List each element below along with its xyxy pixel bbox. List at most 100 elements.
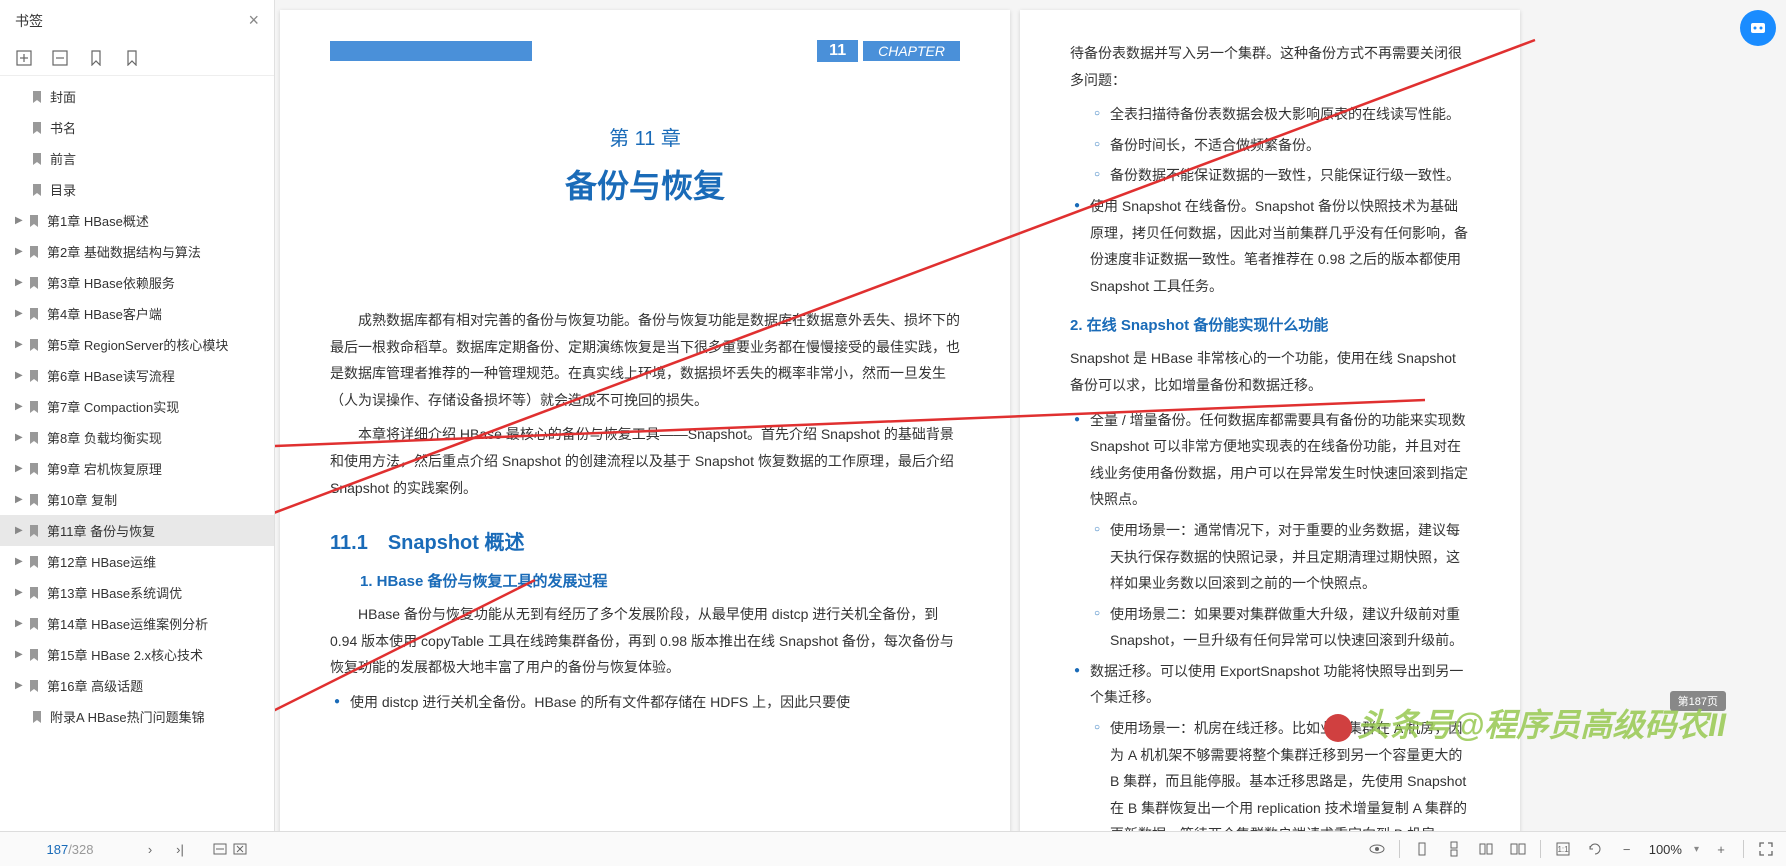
bookmark-item[interactable]: 封面 <box>0 81 274 112</box>
bookmark-ribbon-icon[interactable] <box>87 49 105 67</box>
bookmark-label: 第12章 HBase运维 <box>47 552 156 571</box>
chevron-right-icon[interactable]: ▶ <box>15 432 25 443</box>
bookmark-item[interactable]: ▶第11章 备份与恢复 <box>0 515 274 546</box>
bookmark-icon <box>27 276 41 290</box>
bookmark-item[interactable]: ▶第9章 宕机恢复原理 <box>0 453 274 484</box>
chapter-number: 第 11 章 <box>330 122 960 151</box>
bookmark-item[interactable]: 书名 <box>0 112 274 143</box>
bookmark-label: 第1章 HBase概述 <box>47 211 149 230</box>
zoom-in-icon[interactable]: + <box>1711 839 1731 859</box>
chevron-right-icon[interactable]: ▶ <box>15 587 25 598</box>
chapter-banner-label: CHAPTER <box>863 41 960 61</box>
fullscreen-icon[interactable] <box>1756 839 1776 859</box>
bullet-item: 使用场景一：通常情况下，对于重要的业务数据，建议每天执行保存数据的快照记录，并且… <box>1090 517 1470 597</box>
page-badge: 第187页 <box>1670 691 1726 711</box>
bullet-item: 备份时间长，不适合做频繁备份。 <box>1090 132 1470 159</box>
bullet-item: 使用 Snapshot 在线备份。Snapshot 备份以快照技术为基础原理，拷… <box>1070 193 1470 299</box>
remove-bookmark-icon[interactable] <box>51 49 69 67</box>
chevron-right-icon[interactable]: ▶ <box>15 370 25 381</box>
bookmark-label: 第8章 负载均衡实现 <box>47 428 162 447</box>
bookmark-icon <box>27 493 41 507</box>
chevron-right-icon[interactable]: ▶ <box>15 277 25 288</box>
bookmark-icon <box>30 152 44 166</box>
chevron-right-icon[interactable]: ▶ <box>15 246 25 257</box>
bookmark-icon <box>27 214 41 228</box>
bookmark-label: 第3章 HBase依赖服务 <box>47 273 175 292</box>
chevron-right-icon[interactable]: ▶ <box>15 308 25 319</box>
continuous-page-icon[interactable] <box>1444 839 1464 859</box>
chevron-right-icon[interactable]: ▶ <box>15 649 25 660</box>
bookmark-label: 第16章 高级话题 <box>47 676 143 695</box>
bookmark-item[interactable]: 目录 <box>0 174 274 205</box>
bookmark-item[interactable]: 附录A HBase热门问题集锦 <box>0 701 274 732</box>
page-indicator[interactable]: 187/328 <box>10 842 130 857</box>
chevron-right-icon[interactable]: ▶ <box>15 401 25 412</box>
assistant-float-button[interactable] <box>1740 10 1776 46</box>
bookmark-sidebar: 书签 × 封面书名前言目录▶第1章 HBase概述▶第2章 基础数据结构与算法▶… <box>0 0 275 866</box>
chevron-right-icon[interactable]: ▶ <box>15 525 25 536</box>
bullet-item: 备份数据不能保证数据的一致性，只能保证行级一致性。 <box>1090 162 1470 189</box>
add-bookmark-icon[interactable] <box>15 49 33 67</box>
bookmark-icon <box>27 369 41 383</box>
bookmark-item[interactable]: ▶第13章 HBase系统调优 <box>0 577 274 608</box>
fit-page-icon[interactable] <box>230 839 250 859</box>
bookmark-label: 第10章 复制 <box>47 490 117 509</box>
bookmark-item[interactable]: ▶ 第1章 HBase概述 <box>0 205 274 236</box>
bookmark-icon <box>27 400 41 414</box>
bookmark-item[interactable]: ▶第7章 Compaction实现 <box>0 391 274 422</box>
bookmark-icon <box>27 524 41 538</box>
bookmark-item[interactable]: ▶ 第5章 RegionServer的核心模块 <box>0 329 274 360</box>
bookmark-label: 第6章 HBase读写流程 <box>47 366 175 385</box>
bookmark-item[interactable]: ▶ 第3章 HBase依赖服务 <box>0 267 274 298</box>
bullet-item: 全量 / 增量备份。任何数据库都需要具有备份的功能来实现数Snapshot 可以… <box>1070 407 1470 513</box>
section-heading: 11.1 Snapshot 概述 <box>330 526 960 555</box>
bookmark-icon <box>27 431 41 445</box>
bookmark-label: 封面 <box>50 87 76 106</box>
bullet-item: 使用场景二：如果要对集群做重大升级，建议升级前对重Snapshot，一旦升级有任… <box>1090 601 1470 654</box>
chevron-right-icon[interactable]: ▶ <box>15 680 25 691</box>
bookmark-item[interactable]: ▶ 第10章 复制 <box>0 484 274 515</box>
two-page-icon[interactable] <box>1476 839 1496 859</box>
bookmark-item[interactable]: ▶ 第4章 HBase客户端 <box>0 298 274 329</box>
document-viewport: 11 CHAPTER 第 11 章 备份与恢复 成熟数据库都有相对完善的备份与恢… <box>275 0 1786 866</box>
bookmark-item[interactable]: ▶第2章 基础数据结构与算法 <box>0 236 274 267</box>
bookmark-label: 第5章 RegionServer的核心模块 <box>47 335 228 354</box>
bookmark-item[interactable]: 前言 <box>0 143 274 174</box>
paragraph: 成熟数据库都有相对完善的备份与恢复功能。备份与恢复功能是数据库在数据意外丢失、损… <box>330 307 960 413</box>
sub-heading: 1. HBase 备份与恢复工具的发展过程 <box>330 570 960 591</box>
fit-icon[interactable]: 1:1 <box>1553 839 1573 859</box>
bookmark-list: 封面书名前言目录▶第1章 HBase概述▶第2章 基础数据结构与算法▶第3章 H… <box>0 76 274 866</box>
chevron-right-icon[interactable]: ▶ <box>15 494 25 505</box>
chevron-right-icon[interactable]: ▶ <box>15 463 25 474</box>
rotate-icon[interactable] <box>1585 839 1605 859</box>
zoom-out-icon[interactable]: − <box>1617 839 1637 859</box>
bookmark-label: 目录 <box>50 180 76 199</box>
paragraph: 本章将详细介绍 HBase 最核心的备份与恢复工具——Snapshot。首先介绍… <box>330 421 960 501</box>
bookmark-item[interactable]: ▶第15章 HBase 2.x核心技术 <box>0 639 274 670</box>
bookmark-item[interactable]: ▶ 第8章 负载均衡实现 <box>0 422 274 453</box>
bullet-item: 数据迁移。可以使用 ExportSnapshot 功能将快照导出到另一个集迁移。 <box>1070 658 1470 711</box>
chevron-right-icon[interactable]: ▶ <box>15 556 25 567</box>
bookmark-item[interactable]: ▶ 第6章 HBase读写流程 <box>0 360 274 391</box>
chevron-right-icon[interactable]: ▶ <box>15 339 25 350</box>
bookmark-icon <box>27 679 41 693</box>
zoom-level[interactable]: 100% <box>1649 842 1682 857</box>
bookmark-item[interactable]: ▶ 第16章 高级话题 <box>0 670 274 701</box>
bookmark-label: 第4章 HBase客户端 <box>47 304 162 323</box>
single-page-icon[interactable] <box>1412 839 1432 859</box>
last-page-button[interactable]: ›| <box>170 839 190 859</box>
bullet-item: 全表扫描待备份表数据会极大影响原表的在线读写性能。 <box>1090 101 1470 128</box>
eye-icon[interactable] <box>1367 839 1387 859</box>
bookmark-item[interactable]: ▶第14章 HBase运维案例分析 <box>0 608 274 639</box>
bookmark-item[interactable]: ▶ 第12章 HBase运维 <box>0 546 274 577</box>
close-sidebar-button[interactable]: × <box>248 10 259 31</box>
bookmark-outline-icon[interactable] <box>123 49 141 67</box>
bullet-item: 使用 distcp 进行关机全备份。HBase 的所有文件都存储在 HDFS 上… <box>330 689 960 716</box>
book-view-icon[interactable] <box>1508 839 1528 859</box>
next-page-button[interactable]: › <box>140 839 160 859</box>
bookmark-icon <box>27 586 41 600</box>
chevron-right-icon[interactable]: ▶ <box>15 618 25 629</box>
bookmark-icon <box>27 648 41 662</box>
chevron-right-icon[interactable]: ▶ <box>15 215 25 226</box>
fit-width-icon[interactable] <box>210 839 230 859</box>
